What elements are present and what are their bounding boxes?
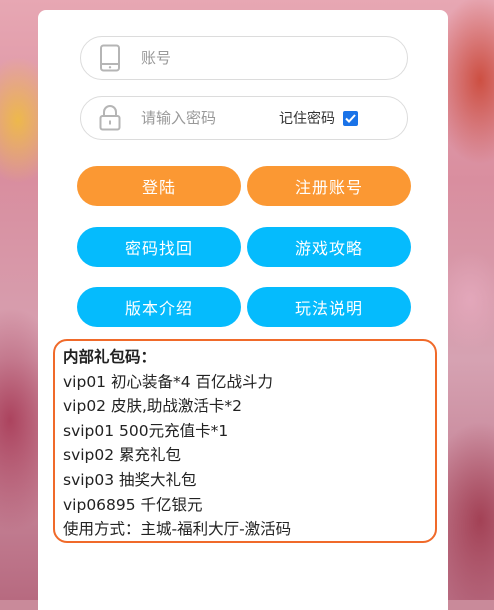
login-button[interactable]: 登陆	[77, 166, 241, 206]
phone-icon	[99, 44, 139, 72]
gift-code-line: svip03 抽奖大礼包	[63, 470, 197, 489]
gameplay-help-button[interactable]: 玩法说明	[247, 287, 411, 327]
recover-password-button[interactable]: 密码找回	[77, 227, 241, 267]
account-input[interactable]	[139, 48, 273, 68]
gift-code-line: svip01 500元充值卡*1	[63, 421, 229, 440]
gift-code-title: 内部礼包码：	[63, 348, 157, 366]
game-guide-button[interactable]: 游戏攻略	[247, 227, 411, 267]
account-field[interactable]	[80, 36, 408, 80]
remember-password[interactable]: 记住密码	[279, 108, 358, 128]
lock-icon	[99, 105, 139, 131]
register-button[interactable]: 注册账号	[247, 166, 411, 206]
gift-code-box: 内部礼包码： vip01 初心装备*4 百亿战斗力 vip02 皮肤,助战激活卡…	[53, 339, 437, 543]
gift-code-line: vip06895 千亿银元	[63, 495, 203, 514]
gift-code-usage: 使用方式：主城-福利大厅-激活码	[63, 520, 292, 539]
password-input[interactable]	[139, 108, 273, 128]
gift-code-line: svip02 累充礼包	[63, 446, 182, 465]
gift-code-line: vip02 皮肤,助战激活卡*2	[63, 397, 243, 416]
remember-password-label: 记住密码	[279, 110, 335, 126]
checkmark-icon	[345, 113, 356, 123]
version-intro-button[interactable]: 版本介绍	[77, 287, 241, 327]
remember-password-checkbox[interactable]	[343, 110, 358, 126]
gift-code-line: vip01 初心装备*4 百亿战斗力	[63, 372, 274, 391]
password-field[interactable]: 记住密码	[80, 96, 408, 140]
